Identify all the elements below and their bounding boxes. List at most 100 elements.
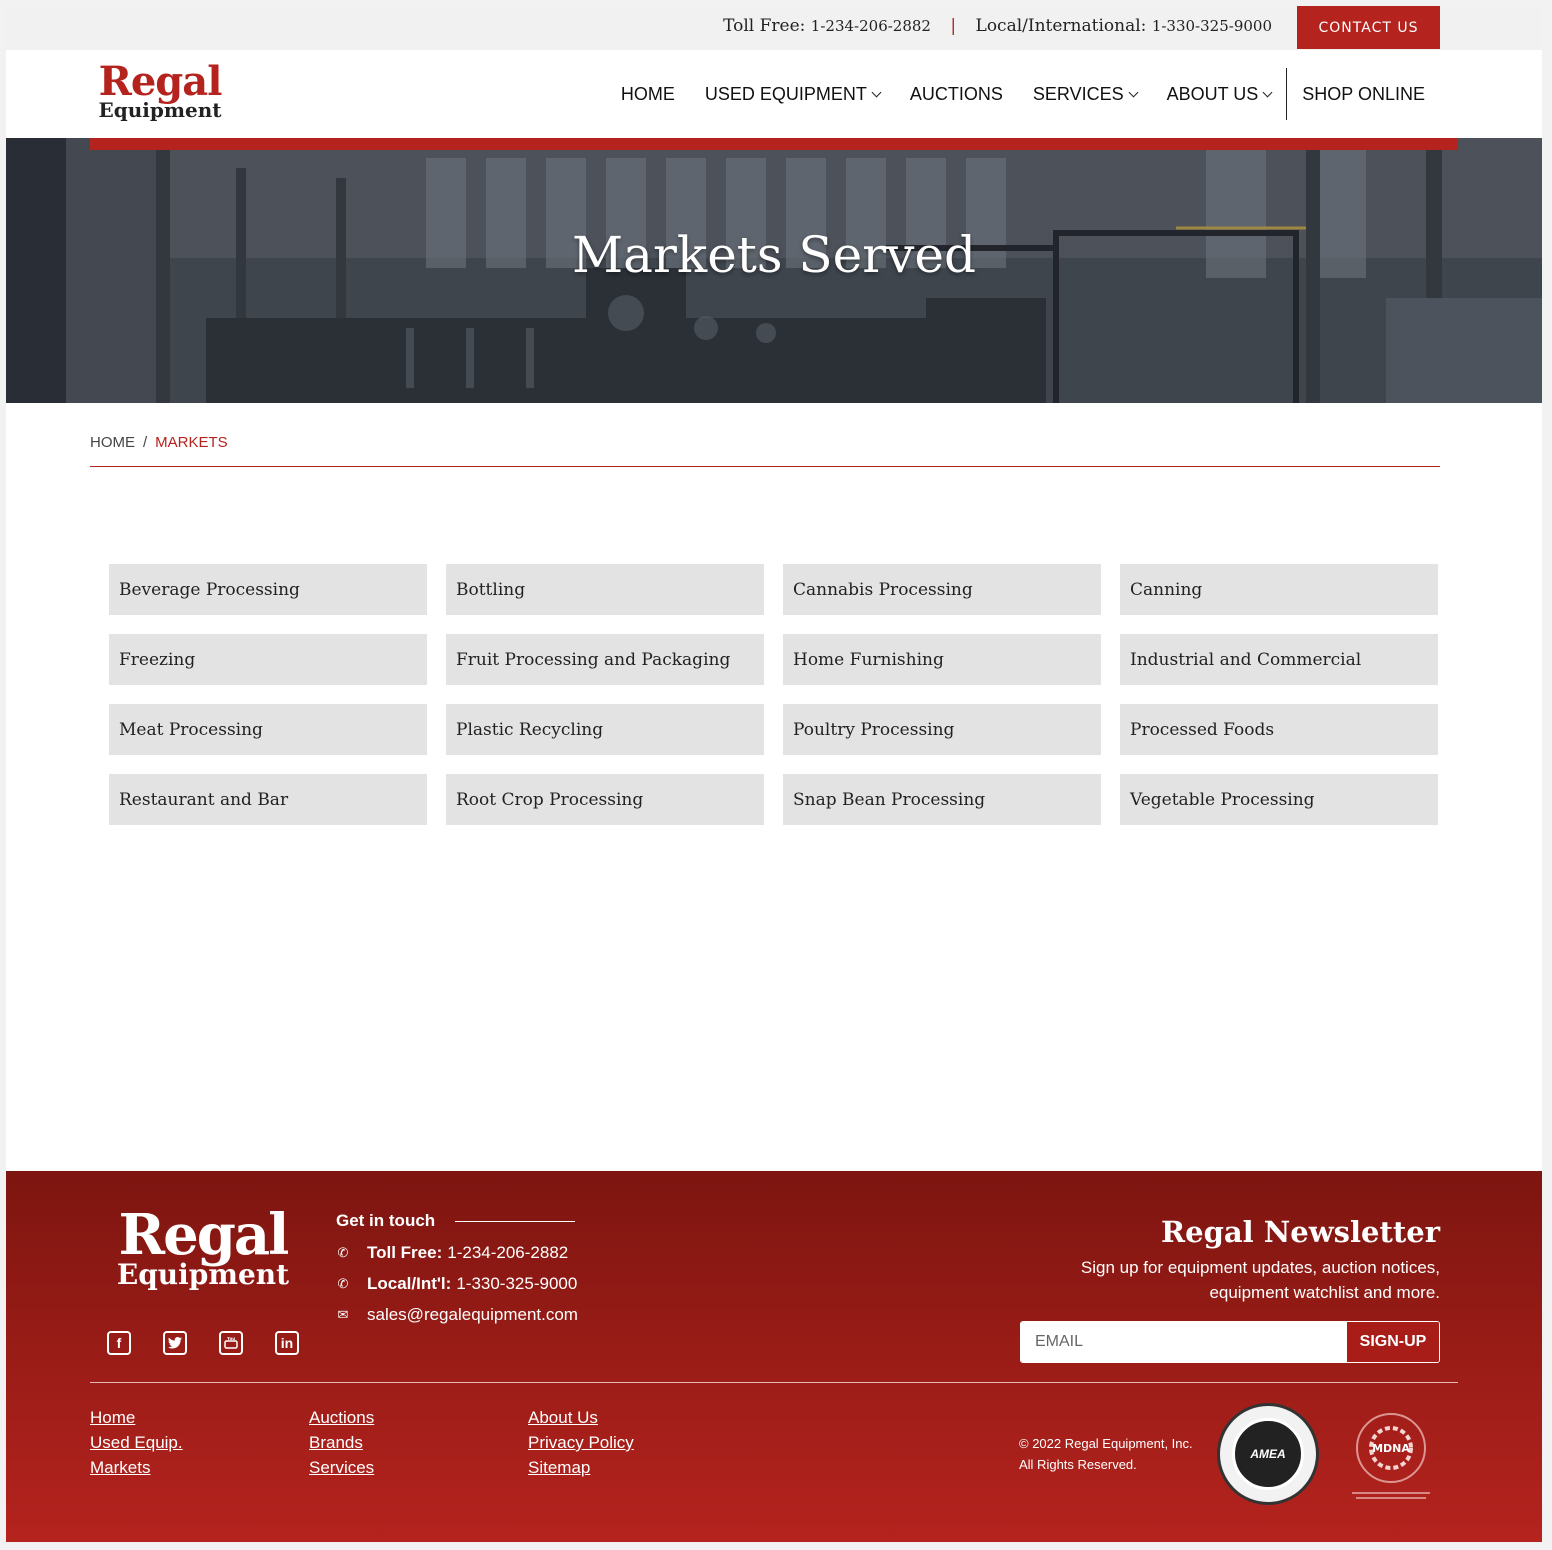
social-links: f You in [107, 1331, 299, 1355]
market-tile[interactable]: Snap Bean Processing [783, 774, 1101, 825]
logo-line2: Equipment [98, 98, 222, 122]
nav-about-us[interactable]: ABOUT US [1152, 84, 1287, 105]
mdna-member-badge: MDNA [1352, 1413, 1430, 1499]
breadcrumb-current: MARKETS [155, 434, 228, 451]
market-tile[interactable]: Restaurant and Bar [109, 774, 427, 825]
nav-shop-online-label: SHOP ONLINE [1302, 83, 1425, 104]
top-bar: Toll Free: 1-234-206-2882 | Local/Intern… [6, 6, 1542, 50]
breadcrumb-divider [90, 466, 1440, 467]
email-input[interactable] [1021, 1322, 1346, 1362]
envelope-icon: ✉ [337, 1307, 349, 1322]
market-tile[interactable]: Meat Processing [109, 704, 427, 755]
copyright: © 2022 Regal Equipment, Inc. All Rights … [1019, 1433, 1193, 1475]
footer-links-col2: Auctions Brands Services [309, 1405, 528, 1480]
main-nav: HOME USED EQUIPMENT AUCTIONS SERVICES AB… [606, 50, 1440, 138]
linkedin-icon[interactable]: in [275, 1331, 299, 1355]
facebook-icon[interactable]: f [107, 1331, 131, 1355]
top-phones: Toll Free: 1-234-206-2882 | Local/Intern… [723, 16, 1272, 36]
toll-free-label: Toll Free: [723, 16, 806, 36]
market-tile[interactable]: Industrial and Commercial [1120, 634, 1438, 685]
hero-banner: Markets Served [6, 138, 1542, 403]
chevron-down-icon [1128, 87, 1139, 97]
footer-email-address: sales@regalequipment.com [367, 1305, 578, 1324]
newsletter-desc-line1: Sign up for equipment updates, auction n… [1080, 1258, 1440, 1277]
nav-home[interactable]: HOME [606, 84, 690, 105]
footer-logo[interactable]: Regal Equipment [106, 1207, 300, 1289]
page-title: Markets Served [571, 226, 977, 284]
market-tile[interactable]: Canning [1120, 564, 1438, 615]
nav-used-equipment-label: USED EQUIPMENT [704, 83, 867, 104]
footer-divider [90, 1382, 1458, 1383]
footer-toll-free[interactable]: ✆ Toll Free: 1-234-206-2882 [336, 1243, 578, 1262]
appraisers-association-badge: AMEA [1217, 1403, 1319, 1505]
header: Regal Equipment HOME USED EQUIPMENT AUCT… [6, 50, 1542, 138]
market-tile[interactable]: Fruit Processing and Packaging [446, 634, 764, 685]
breadcrumb-home[interactable]: HOME [90, 434, 135, 451]
page: Toll Free: 1-234-206-2882 | Local/Intern… [6, 6, 1542, 1542]
market-tile[interactable]: Plastic Recycling [446, 704, 764, 755]
badge2-text: MDNA [1372, 1442, 1410, 1455]
footer-email[interactable]: ✉ sales@regalequipment.com [336, 1305, 578, 1324]
get-in-touch-heading: Get in touch [336, 1211, 578, 1231]
contact-us-button[interactable]: CONTACT US [1297, 6, 1440, 49]
twitter-icon[interactable] [163, 1331, 187, 1355]
breadcrumb-separator: / [143, 434, 148, 451]
toll-free-number[interactable]: 1-234-206-2882 [811, 17, 931, 35]
newsletter-form: SIGN-UP [1020, 1321, 1440, 1363]
logo[interactable]: Regal Equipment [90, 58, 230, 122]
market-tile[interactable]: Poultry Processing [783, 704, 1101, 755]
market-tile[interactable]: Freezing [109, 634, 427, 685]
footer-links-col1: Home Used Equip. Markets [90, 1405, 309, 1480]
local-number[interactable]: 1-330-325-9000 [1152, 17, 1272, 35]
breadcrumb: HOME / MARKETS [90, 434, 228, 451]
footer-local-label: Local/Int'l: [367, 1274, 452, 1293]
nav-shop-online[interactable]: SHOP ONLINE [1287, 84, 1440, 105]
nav-services-label: SERVICES [1032, 83, 1124, 104]
footer-link[interactable]: Home [90, 1405, 309, 1430]
footer-link[interactable]: Brands [309, 1430, 528, 1455]
footer-link[interactable]: Used Equip. [90, 1430, 309, 1455]
footer-link[interactable]: Privacy Policy [528, 1430, 634, 1455]
footer-logo-line2: Equipment [116, 1258, 290, 1291]
footer-logo-line1: Regal [118, 1202, 290, 1268]
phone-icon: ✆ [337, 1245, 349, 1260]
logo-line1: Regal [98, 58, 223, 105]
footer-local[interactable]: ✆ Local/Int'l: 1-330-325-9000 [336, 1274, 578, 1293]
heading-rule [455, 1220, 576, 1222]
signup-button[interactable]: SIGN-UP [1346, 1322, 1439, 1362]
copyright-line2: All Rights Reserved. [1019, 1457, 1137, 1472]
newsletter-desc-line2: equipment watchlist and more. [1209, 1283, 1440, 1302]
market-tile[interactable]: Bottling [446, 564, 764, 615]
nav-auctions-label: AUCTIONS [909, 83, 1003, 104]
footer-toll-free-label: Toll Free: [367, 1243, 443, 1262]
phone-icon: ✆ [337, 1276, 349, 1291]
market-tile[interactable]: Processed Foods [1120, 704, 1438, 755]
newsletter-description: Sign up for equipment updates, auction n… [1081, 1255, 1440, 1305]
market-tile[interactable]: Beverage Processing [109, 564, 427, 615]
nav-used-equipment[interactable]: USED EQUIPMENT [690, 84, 895, 105]
contact-info: Get in touch ✆ Toll Free: 1-234-206-2882… [336, 1211, 578, 1324]
footer-link[interactable]: About Us [528, 1405, 634, 1430]
market-tile[interactable]: Vegetable Processing [1120, 774, 1438, 825]
phone-separator: | [950, 16, 957, 36]
nav-auctions[interactable]: AUCTIONS [895, 84, 1018, 105]
get-in-touch-label: Get in touch [336, 1211, 436, 1230]
copyright-line1: © 2022 Regal Equipment, Inc. [1019, 1436, 1193, 1451]
footer-link[interactable]: Markets [90, 1455, 309, 1480]
footer-toll-free-number: 1-234-206-2882 [447, 1243, 569, 1262]
chevron-down-icon [871, 87, 882, 97]
footer-link[interactable]: Auctions [309, 1405, 528, 1430]
nav-home-label: HOME [620, 83, 675, 104]
market-tile[interactable]: Cannabis Processing [783, 564, 1101, 615]
market-tile[interactable]: Home Furnishing [783, 634, 1101, 685]
footer-link[interactable]: Sitemap [528, 1455, 634, 1480]
market-tile[interactable]: Root Crop Processing [446, 774, 764, 825]
newsletter: Regal Newsletter Sign up for equipment u… [1081, 1215, 1440, 1305]
youtube-icon[interactable]: You [219, 1331, 243, 1355]
footer-link[interactable]: Services [309, 1455, 528, 1480]
footer: Regal Equipment f You in Get in touch ✆ … [6, 1171, 1542, 1542]
nav-services[interactable]: SERVICES [1018, 84, 1152, 105]
footer-local-number: 1-330-325-9000 [456, 1274, 578, 1293]
hero-accent-bar [90, 138, 1458, 150]
badge1-center: AMEA [1232, 1418, 1304, 1490]
